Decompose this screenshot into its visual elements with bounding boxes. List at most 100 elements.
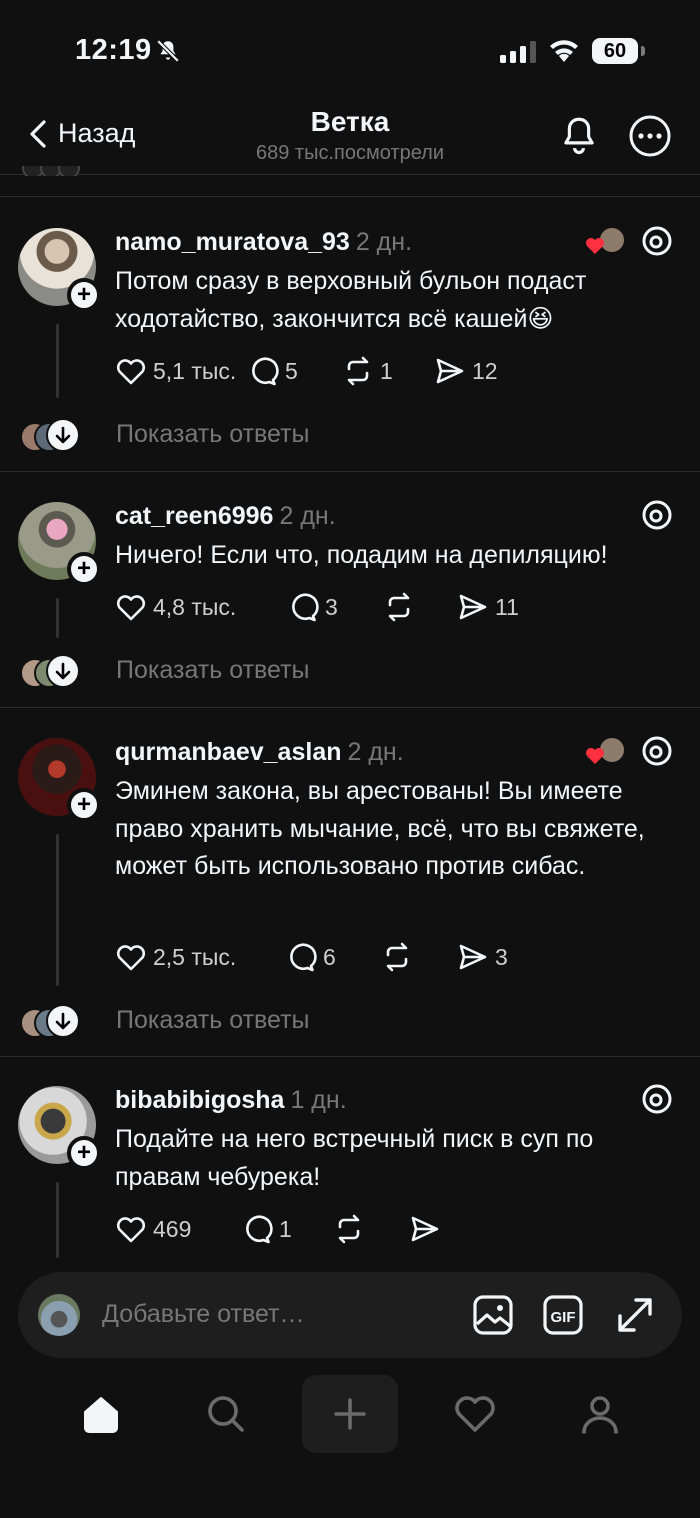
comment-icon xyxy=(246,1215,273,1244)
comment-icon xyxy=(290,943,317,972)
thread-line xyxy=(56,834,59,986)
more-options-icon[interactable] xyxy=(628,114,672,163)
repost-button[interactable] xyxy=(333,1214,409,1244)
heart-icon xyxy=(116,595,146,621)
repost-icon xyxy=(347,356,369,386)
threads-logo-icon[interactable] xyxy=(641,1082,673,1121)
comment-count: 6 xyxy=(323,943,336,970)
show-replies-row[interactable]: Показать ответы xyxy=(0,418,700,462)
gif-icon[interactable]: GIF xyxy=(542,1294,584,1341)
like-count: 2,5 тыс. xyxy=(153,943,237,970)
heart-icon xyxy=(116,1217,146,1243)
post-actions: 469 1 xyxy=(115,1214,441,1244)
post-text: Подайте на него встречный писк в суп по … xyxy=(115,1125,594,1191)
post-actions: 5,1 тыс. 5 1 12 xyxy=(115,356,498,386)
share-button[interactable]: 12 xyxy=(434,356,498,386)
show-replies-row[interactable]: Показать ответы xyxy=(0,1004,700,1048)
my-avatar xyxy=(38,1294,80,1336)
silent-mode-icon xyxy=(155,38,181,69)
comment-button[interactable]: 3 xyxy=(287,592,383,622)
send-icon xyxy=(436,358,464,384)
username[interactable]: bibabibigosha 1 дн. xyxy=(115,1086,347,1115)
author-liked-icon xyxy=(584,734,628,773)
threads-logo-icon[interactable] xyxy=(641,734,673,773)
plus-icon[interactable] xyxy=(302,1375,398,1453)
thread-line xyxy=(56,598,59,638)
notifications-bell-icon[interactable] xyxy=(558,114,600,161)
follow-plus-icon[interactable]: + xyxy=(67,788,101,822)
expand-icon[interactable] xyxy=(614,1294,656,1341)
username[interactable]: cat_reen6996 2 дн. xyxy=(115,502,336,531)
chevron-down-icon[interactable] xyxy=(46,654,80,688)
comment-count: 1 xyxy=(279,1215,292,1242)
divider xyxy=(0,1056,700,1057)
thread-line xyxy=(56,1182,59,1258)
repost-button[interactable] xyxy=(383,592,457,622)
bottom-tab-bar xyxy=(0,1375,700,1465)
username[interactable]: qurmanbaev_aslan 2 дн. xyxy=(115,738,404,767)
cellular-signal-icon xyxy=(500,41,538,68)
search-icon[interactable] xyxy=(178,1375,274,1453)
post-time: 2 дн. xyxy=(355,228,413,256)
profile-icon[interactable] xyxy=(552,1375,648,1453)
send-icon xyxy=(459,594,487,620)
repost-icon xyxy=(386,942,408,972)
image-icon[interactable] xyxy=(472,1294,514,1341)
repost-button[interactable] xyxy=(381,942,457,972)
post-text: Потом сразу в верховный бульон подаст хо… xyxy=(115,267,587,333)
divider xyxy=(0,471,700,472)
share-button[interactable]: 3 xyxy=(457,942,508,972)
heart-icon xyxy=(116,945,146,971)
threads-logo-icon[interactable] xyxy=(641,224,673,263)
post-actions: 2,5 тыс. 6 3 xyxy=(115,942,508,972)
follow-plus-icon[interactable]: + xyxy=(67,552,101,586)
comment-button[interactable]: 6 xyxy=(285,942,381,972)
comment-icon xyxy=(252,357,279,386)
reply-composer[interactable]: Добавьте ответ… GIF xyxy=(18,1272,682,1358)
like-button[interactable]: 5,1 тыс. xyxy=(115,356,247,386)
repost-icon xyxy=(388,592,410,622)
chevron-down-icon[interactable] xyxy=(46,418,80,452)
repost-count: 1 xyxy=(380,357,393,384)
like-button[interactable]: 2,5 тыс. xyxy=(115,942,285,972)
show-replies-row[interactable]: Показать ответы xyxy=(0,654,700,698)
comment-button[interactable]: 1 xyxy=(241,1214,333,1244)
like-button[interactable]: 469 xyxy=(115,1214,241,1244)
share-button[interactable] xyxy=(409,1214,441,1244)
share-count: 11 xyxy=(495,593,519,620)
show-replies-label[interactable]: Показать ответы xyxy=(116,420,310,449)
post-time: 2 дн. xyxy=(279,502,336,530)
heart-icon[interactable] xyxy=(427,1375,523,1453)
threads-logo-icon[interactable] xyxy=(641,498,673,537)
battery-nub xyxy=(641,46,645,56)
comment-icon xyxy=(292,593,319,622)
like-count: 4,8 тыс. xyxy=(153,593,237,620)
follow-plus-icon[interactable]: + xyxy=(67,1136,101,1170)
chevron-down-icon[interactable] xyxy=(46,1004,80,1038)
home-icon[interactable] xyxy=(53,1375,149,1453)
thread-header: Назад Ветка 689 тыс.посмотрели xyxy=(0,100,700,175)
show-replies-label[interactable]: Показать ответы xyxy=(116,1006,310,1035)
status-time: 12:19 xyxy=(75,34,152,66)
share-button[interactable]: 11 xyxy=(457,592,519,622)
post-text: Эминем закона, вы арестованы! Вы имеете … xyxy=(115,777,645,880)
send-icon xyxy=(411,1216,439,1242)
share-count: 12 xyxy=(472,357,498,384)
comment-count: 5 xyxy=(285,357,298,384)
repost-button[interactable]: 1 xyxy=(342,356,434,386)
repost-icon xyxy=(338,1214,360,1244)
comment-button[interactable]: 5 xyxy=(247,356,342,386)
battery-indicator: 60 xyxy=(592,38,638,64)
like-button[interactable]: 4,8 тыс. xyxy=(115,592,287,622)
username[interactable]: namo_muratova_93 2 дн. xyxy=(115,228,412,257)
like-count: 469 xyxy=(153,1215,192,1242)
show-replies-label[interactable]: Показать ответы xyxy=(116,656,310,685)
post-actions: 4,8 тыс. 3 11 xyxy=(115,592,519,622)
reply-input[interactable]: Добавьте ответ… xyxy=(102,1300,304,1329)
send-icon xyxy=(459,944,487,970)
follow-plus-icon[interactable]: + xyxy=(67,278,101,312)
gif-label: GIF xyxy=(551,1309,576,1326)
status-bar: 12:19 60 xyxy=(0,0,700,100)
comment-count: 3 xyxy=(325,593,338,620)
post-text: Ничего! Если что, подадим на депиляцию! xyxy=(115,541,608,569)
